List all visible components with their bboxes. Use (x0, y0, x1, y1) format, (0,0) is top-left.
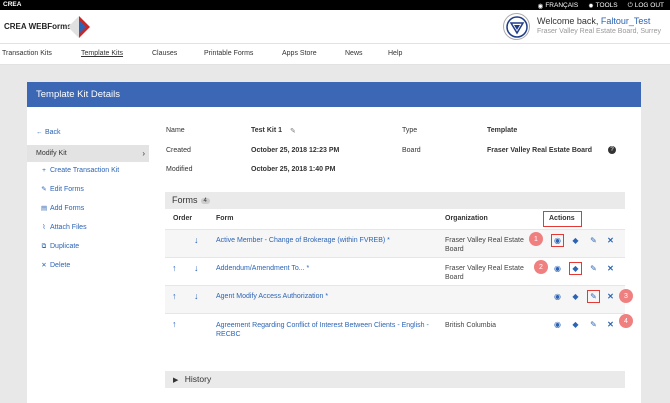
logo-mark-icon (68, 16, 90, 38)
main-nav: Transaction Kits Template Kits Clauses P… (0, 43, 670, 65)
language-link[interactable]: ◉ FRANÇAIS (538, 2, 579, 10)
edit-icon[interactable]: ✎ (589, 264, 598, 273)
edit-icon[interactable]: ✎ (589, 320, 598, 329)
view-icon[interactable]: ◉ (553, 292, 562, 301)
remove-icon[interactable]: ✕ (606, 264, 615, 273)
edit-icon[interactable]: ✎ (587, 290, 600, 303)
top-bar: CREA ◉ FRANÇAIS ✹ TOOLS ⏻ LOG OUT (0, 0, 670, 10)
tag-icon[interactable]: ◆ (571, 292, 580, 301)
board-label: Board (402, 147, 421, 154)
nav-apps-store[interactable]: Apps Store (282, 50, 317, 57)
created-label: Created (166, 147, 191, 154)
organization-header: Organization (445, 215, 488, 222)
gear-icon: ✹ (588, 2, 594, 10)
forms-section-header: Forms 4 (165, 192, 625, 209)
delete-link[interactable]: ✕ Delete (41, 262, 70, 269)
edit-icon[interactable]: ✎ (589, 236, 598, 245)
move-down-icon[interactable]: ↓ (194, 235, 199, 245)
move-up-icon[interactable]: ↑ (172, 319, 177, 329)
board-name: Fraser Valley Real Estate Board, Surrey (537, 28, 661, 35)
type-value: Template (487, 127, 518, 134)
step-badge: 4 (619, 314, 633, 328)
board-value: Fraser Valley Real Estate Board (487, 147, 593, 154)
copy-icon: ⧉ (41, 242, 47, 250)
arrow-left-icon: ← (36, 128, 43, 136)
caret-right-icon: ▶ (173, 377, 179, 384)
remove-icon[interactable]: ✕ (606, 292, 615, 301)
tag-icon[interactable]: ◆ (571, 320, 580, 329)
modify-kit-item[interactable]: Modify Kit › (27, 145, 149, 162)
user-link[interactable]: Faltour_Test (601, 16, 651, 26)
form-organization: British Columbia (445, 322, 496, 329)
close-icon: ✕ (41, 261, 47, 269)
nav-clauses[interactable]: Clauses (152, 50, 177, 57)
form-organization: Fraser Valley Real Estate Board (445, 237, 524, 253)
move-down-icon[interactable]: ↓ (194, 291, 199, 301)
form-link[interactable]: Agent Modify Access Authorization * (216, 292, 436, 301)
tools-link[interactable]: ✹ TOOLS (588, 2, 617, 10)
form-link[interactable]: Agreement Regarding Conflict of Interest… (216, 321, 436, 339)
paperclip-icon: ⌇ (42, 223, 46, 231)
nav-help[interactable]: Help (388, 50, 402, 57)
remove-icon[interactable]: ✕ (606, 236, 615, 245)
actions-header-highlight (543, 211, 582, 227)
nav-transaction-kits[interactable]: Transaction Kits (2, 50, 52, 57)
header: CREA WEBForms® Welcome back, Faltour_Tes… (0, 10, 670, 43)
globe-icon: ◉ (537, 2, 544, 10)
modified-label: Modified (166, 166, 193, 173)
form-link[interactable]: Addendum/Amendment To... * (216, 264, 436, 273)
power-icon: ⏻ (627, 1, 633, 9)
step-badge: 1 (529, 232, 543, 246)
name-label: Name (166, 127, 185, 134)
modified-value: October 25, 2018 1:40 PM (251, 166, 336, 173)
tag-icon[interactable]: ◆ (571, 236, 580, 245)
fvreb-logo-icon (505, 15, 528, 38)
logout-link[interactable]: ⏻ LOG OUT (628, 2, 664, 10)
forms-count-badge: 4 (200, 198, 210, 204)
step-badge: 2 (534, 260, 548, 274)
file-icon: ▤ (41, 204, 48, 212)
view-icon[interactable]: ◉ (551, 234, 564, 247)
form-header: Form (216, 215, 234, 222)
remove-icon[interactable]: ✕ (606, 320, 615, 329)
table-row: ↑ ↓ Addendum/Amendment To... * Fraser Va… (165, 257, 625, 285)
crea-brand: CREA (3, 1, 22, 8)
table-row: ↑ Agreement Regarding Conflict of Intere… (165, 313, 625, 349)
move-down-icon[interactable]: ↓ (194, 263, 199, 273)
form-link[interactable]: Active Member - Change of Brokerage (wit… (216, 236, 436, 245)
welcome-text: Welcome back, Faltour_Test (537, 16, 651, 26)
back-link[interactable]: ← Back (36, 129, 61, 136)
nav-news[interactable]: News (345, 50, 363, 57)
add-forms-link[interactable]: ▤ Add Forms (41, 205, 84, 212)
webforms-logo[interactable]: CREA WEBForms® (4, 16, 90, 38)
board-avatar (503, 13, 530, 40)
nav-printable-forms[interactable]: Printable Forms (204, 50, 253, 57)
view-icon[interactable]: ◉ (553, 264, 562, 273)
tag-icon[interactable]: ◆ (569, 262, 582, 275)
step-badge: 3 (619, 289, 633, 303)
chevron-right-icon: › (142, 149, 145, 158)
order-header: Order (173, 215, 193, 222)
sidebar: ← Back Modify Kit › + Create Transaction K… (27, 107, 175, 403)
move-up-icon[interactable]: ↑ (172, 291, 177, 301)
plus-icon: + (42, 166, 46, 174)
edit-name-icon[interactable]: ✎ (290, 127, 296, 135)
history-section[interactable]: ▶ History (165, 371, 625, 388)
table-row: ↑ ↓ Agent Modify Access Authorization * … (165, 285, 625, 313)
move-up-icon[interactable]: ↑ (172, 263, 177, 273)
type-label: Type (402, 127, 418, 134)
form-organization: Fraser Valley Real Estate Board (445, 265, 524, 281)
edit-forms-link[interactable]: ✎ Edit Forms (41, 186, 84, 193)
table-row: ↓ Active Member - Change of Brokerage (w… (165, 229, 625, 257)
name-value: Test Kit 1 (251, 127, 282, 134)
created-value: October 25, 2018 12:23 PM (251, 147, 340, 154)
view-icon[interactable]: ◉ (553, 320, 562, 329)
pencil-icon: ✎ (41, 185, 47, 193)
create-transaction-kit-link[interactable]: + Create Transaction Kit (41, 167, 119, 174)
card-title: Template Kit Details (27, 82, 641, 107)
attach-files-link[interactable]: ⌇ Attach Files (41, 223, 86, 231)
nav-template-kits[interactable]: Template Kits (81, 50, 123, 57)
help-icon[interactable]: ? (608, 146, 616, 154)
duplicate-link[interactable]: ⧉ Duplicate (41, 242, 80, 250)
